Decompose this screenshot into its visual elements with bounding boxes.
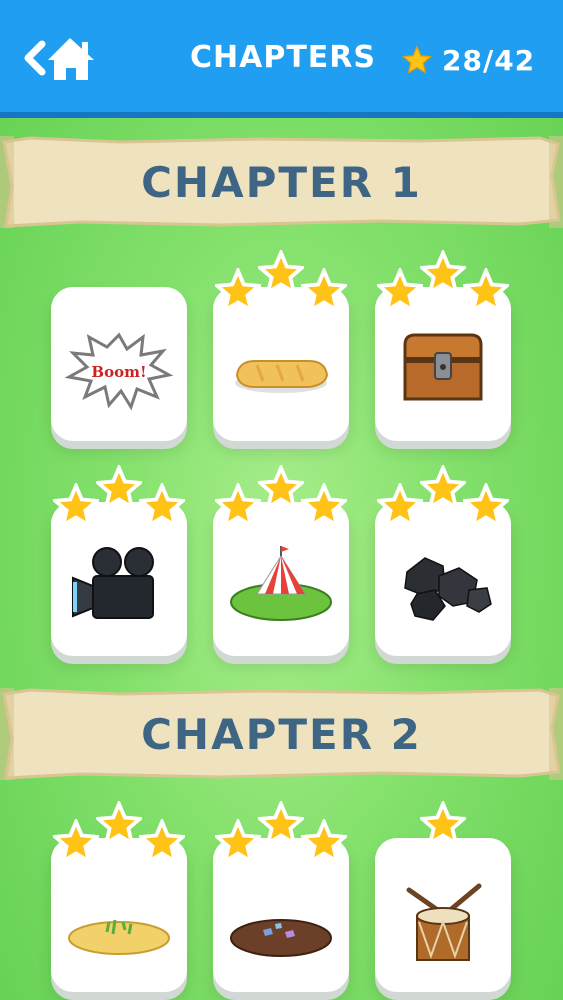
star-icon	[377, 483, 423, 529]
stars-count: 28/42	[442, 43, 536, 77]
back-home-button[interactable]	[22, 34, 98, 84]
star-icon	[96, 465, 142, 511]
star-counter: 28/42	[402, 40, 535, 80]
top-bar: CHAPTERS 28/42	[0, 0, 563, 118]
star-icon	[420, 801, 466, 847]
back-home-icon	[24, 38, 94, 80]
star-icon	[215, 483, 261, 529]
boom-text: Boom!	[91, 363, 146, 381]
film-camera-icon	[72, 547, 154, 619]
star-icon	[139, 819, 185, 865]
chapter-title: CHAPTER 1	[141, 157, 422, 207]
star-icon	[402, 45, 432, 74]
star-icon	[258, 801, 304, 847]
level-stars	[213, 801, 349, 865]
star-icon	[463, 268, 509, 314]
level-stars	[51, 465, 187, 529]
star-icon	[377, 268, 423, 314]
level-stars	[375, 465, 511, 529]
level-stars	[375, 801, 511, 861]
star-icon	[258, 250, 304, 296]
level-stars	[213, 250, 349, 314]
star-icon	[301, 819, 347, 865]
star-icon	[215, 268, 261, 314]
mud-patch-icon	[230, 919, 332, 957]
coal-rocks-icon	[404, 557, 492, 621]
chapter-banner: CHAPTER 2	[0, 688, 563, 780]
sand-island-icon	[68, 919, 170, 955]
star-icon	[420, 250, 466, 296]
circus-tent-icon	[230, 546, 332, 621]
level-stars	[375, 250, 511, 314]
boom-comic-icon: Boom!	[64, 332, 174, 411]
star-icon	[463, 483, 509, 529]
level-stars	[51, 801, 187, 865]
level-card-drum[interactable]	[375, 838, 511, 992]
star-icon	[301, 268, 347, 314]
star-icon	[258, 465, 304, 511]
treasure-chest-icon	[403, 333, 483, 401]
star-icon	[215, 819, 261, 865]
star-icon	[301, 483, 347, 529]
star-icon	[53, 819, 99, 865]
level-card-boom[interactable]: Boom!	[51, 287, 187, 441]
star-icon	[139, 483, 185, 529]
star-icon	[420, 465, 466, 511]
chapter-banner: CHAPTER 1	[0, 136, 563, 228]
chapter-title: CHAPTER 2	[141, 709, 422, 759]
star-icon	[96, 801, 142, 847]
bread-loaf-icon	[235, 360, 329, 393]
star-icon	[53, 483, 99, 529]
drum-icon	[406, 883, 482, 961]
level-stars	[213, 465, 349, 529]
page-title: CHAPTERS	[190, 40, 376, 75]
